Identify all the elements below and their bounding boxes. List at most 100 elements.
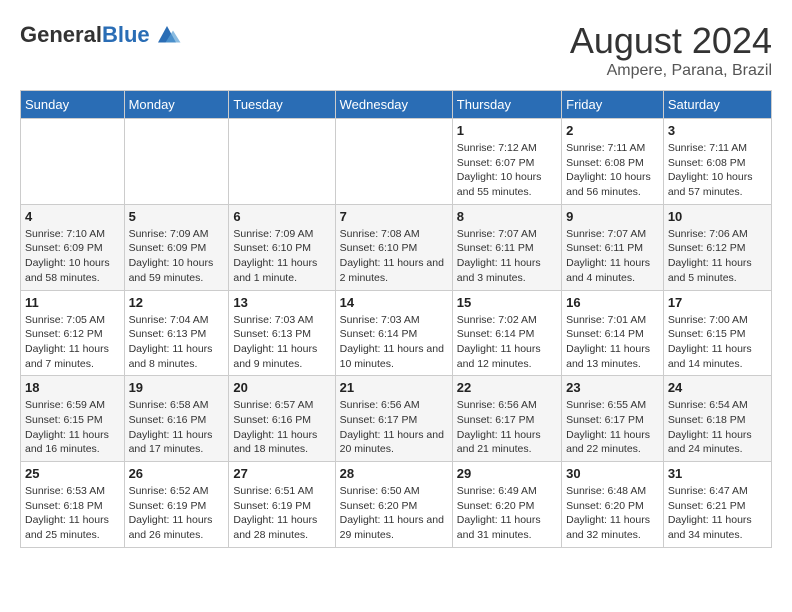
day-number: 27 [233,466,330,481]
day-number: 29 [457,466,557,481]
day-number: 17 [668,295,767,310]
calendar-cell: 6 Sunrise: 7:09 AMSunset: 6:10 PMDaylight… [229,204,335,290]
day-of-week-header: Tuesday [229,91,335,119]
calendar-cell: 19 Sunrise: 6:58 AMSunset: 6:16 PMDayligh… [124,376,229,462]
logo-icon [152,20,182,50]
day-number: 10 [668,209,767,224]
calendar-week-row: 1 Sunrise: 7:12 AMSunset: 6:07 PMDaylight… [21,119,772,205]
day-info: Sunrise: 7:05 AMSunset: 6:12 PMDaylight:… [25,313,120,372]
day-info: Sunrise: 7:01 AMSunset: 6:14 PMDaylight:… [566,313,659,372]
day-info: Sunrise: 6:53 AMSunset: 6:18 PMDaylight:… [25,484,120,543]
day-number: 21 [340,380,448,395]
logo: GeneralBlue [20,20,182,50]
calendar-cell: 11 Sunrise: 7:05 AMSunset: 6:12 PMDayligh… [21,290,125,376]
day-info: Sunrise: 7:00 AMSunset: 6:15 PMDaylight:… [668,313,767,372]
day-info: Sunrise: 7:06 AMSunset: 6:12 PMDaylight:… [668,227,767,286]
day-number: 24 [668,380,767,395]
day-number: 3 [668,123,767,138]
calendar-week-row: 25 Sunrise: 6:53 AMSunset: 6:18 PMDayligh… [21,462,772,548]
calendar-cell: 29Sunrise: 6:49 AMSunset: 6:20 PMDayligh… [452,462,561,548]
calendar-cell: 26 Sunrise: 6:52 AMSunset: 6:19 PMDayligh… [124,462,229,548]
calendar-cell: 7Sunrise: 7:08 AMSunset: 6:10 PMDaylight… [335,204,452,290]
calendar-cell: 2Sunrise: 7:11 AMSunset: 6:08 PMDaylight… [562,119,664,205]
day-info: Sunrise: 7:08 AMSunset: 6:10 PMDaylight:… [340,227,448,286]
calendar-cell: 31 Sunrise: 6:47 AMSunset: 6:21 PMDayligh… [663,462,771,548]
day-number: 15 [457,295,557,310]
calendar-cell: 27 Sunrise: 6:51 AMSunset: 6:19 PMDayligh… [229,462,335,548]
day-info: Sunrise: 6:51 AMSunset: 6:19 PMDaylight:… [233,484,330,543]
title-block: August 2024 Ampere, Parana, Brazil [570,20,772,80]
calendar-cell: 25 Sunrise: 6:53 AMSunset: 6:18 PMDayligh… [21,462,125,548]
calendar-cell: 13Sunrise: 7:03 AMSunset: 6:13 PMDayligh… [229,290,335,376]
day-number: 18 [25,380,120,395]
day-number: 8 [457,209,557,224]
day-info: Sunrise: 7:07 AMSunset: 6:11 PMDaylight:… [566,227,659,286]
day-info: Sunrise: 7:09 AMSunset: 6:09 PMDaylight:… [129,227,225,286]
calendar-cell: 24 Sunrise: 6:54 AMSunset: 6:18 PMDayligh… [663,376,771,462]
day-number: 26 [129,466,225,481]
logo-general-text: GeneralBlue [20,22,150,48]
day-info: Sunrise: 6:54 AMSunset: 6:18 PMDaylight:… [668,398,767,457]
day-info: Sunrise: 7:02 AMSunset: 6:14 PMDaylight:… [457,313,557,372]
page-header: GeneralBlue August 2024 Ampere, Parana, … [20,20,772,80]
day-info: Sunrise: 7:12 AMSunset: 6:07 PMDaylight:… [457,141,557,200]
month-year-title: August 2024 [570,20,772,62]
day-number: 11 [25,295,120,310]
day-info: Sunrise: 7:09 AMSunset: 6:10 PMDaylight:… [233,227,330,286]
day-info: Sunrise: 6:50 AMSunset: 6:20 PMDaylight:… [340,484,448,543]
calendar-cell: 20Sunrise: 6:57 AMSunset: 6:16 PMDayligh… [229,376,335,462]
calendar-cell: 28 Sunrise: 6:50 AMSunset: 6:20 PMDayligh… [335,462,452,548]
day-number: 31 [668,466,767,481]
day-number: 4 [25,209,120,224]
day-info: Sunrise: 6:55 AMSunset: 6:17 PMDaylight:… [566,398,659,457]
day-number: 30 [566,466,659,481]
location-subtitle: Ampere, Parana, Brazil [570,62,772,80]
calendar-cell: 22Sunrise: 6:56 AMSunset: 6:17 PMDayligh… [452,376,561,462]
day-number: 28 [340,466,448,481]
calendar-cell: 30 Sunrise: 6:48 AMSunset: 6:20 PMDayligh… [562,462,664,548]
day-info: Sunrise: 7:04 AMSunset: 6:13 PMDaylight:… [129,313,225,372]
calendar-cell: 4Sunrise: 7:10 AMSunset: 6:09 PMDaylight… [21,204,125,290]
day-of-week-header: Monday [124,91,229,119]
day-of-week-header: Wednesday [335,91,452,119]
day-number: 14 [340,295,448,310]
day-number: 25 [25,466,120,481]
calendar-cell: 23Sunrise: 6:55 AMSunset: 6:17 PMDayligh… [562,376,664,462]
day-number: 20 [233,380,330,395]
day-info: Sunrise: 6:48 AMSunset: 6:20 PMDaylight:… [566,484,659,543]
calendar-cell: 1 Sunrise: 7:12 AMSunset: 6:07 PMDaylight… [452,119,561,205]
day-info: Sunrise: 6:58 AMSunset: 6:16 PMDaylight:… [129,398,225,457]
calendar-cell: 14 Sunrise: 7:03 AMSunset: 6:14 PMDayligh… [335,290,452,376]
day-number: 6 [233,209,330,224]
calendar-cell: 17 Sunrise: 7:00 AMSunset: 6:15 PMDayligh… [663,290,771,376]
calendar-week-row: 4Sunrise: 7:10 AMSunset: 6:09 PMDaylight… [21,204,772,290]
day-number: 1 [457,123,557,138]
day-number: 16 [566,295,659,310]
calendar-cell: 5 Sunrise: 7:09 AMSunset: 6:09 PMDaylight… [124,204,229,290]
calendar-cell: 10 Sunrise: 7:06 AMSunset: 6:12 PMDayligh… [663,204,771,290]
day-number: 5 [129,209,225,224]
day-info: Sunrise: 7:03 AMSunset: 6:14 PMDaylight:… [340,313,448,372]
day-number: 22 [457,380,557,395]
day-info: Sunrise: 6:56 AMSunset: 6:17 PMDaylight:… [340,398,448,457]
calendar-cell: 16 Sunrise: 7:01 AMSunset: 6:14 PMDayligh… [562,290,664,376]
calendar-cell: 12Sunrise: 7:04 AMSunset: 6:13 PMDayligh… [124,290,229,376]
day-of-week-header: Thursday [452,91,561,119]
day-info: Sunrise: 6:47 AMSunset: 6:21 PMDaylight:… [668,484,767,543]
day-info: Sunrise: 6:52 AMSunset: 6:19 PMDaylight:… [129,484,225,543]
day-info: Sunrise: 7:03 AMSunset: 6:13 PMDaylight:… [233,313,330,372]
calendar-cell: 3 Sunrise: 7:11 AMSunset: 6:08 PMDaylight… [663,119,771,205]
day-info: Sunrise: 7:11 AMSunset: 6:08 PMDaylight:… [668,141,767,200]
day-of-week-header: Sunday [21,91,125,119]
day-number: 19 [129,380,225,395]
calendar-week-row: 18 Sunrise: 6:59 AMSunset: 6:15 PMDayligh… [21,376,772,462]
calendar-cell [21,119,125,205]
calendar-cell: 21 Sunrise: 6:56 AMSunset: 6:17 PMDayligh… [335,376,452,462]
day-info: Sunrise: 6:59 AMSunset: 6:15 PMDaylight:… [25,398,120,457]
calendar-cell [229,119,335,205]
calendar-week-row: 11 Sunrise: 7:05 AMSunset: 6:12 PMDayligh… [21,290,772,376]
day-of-week-header: Friday [562,91,664,119]
day-info: Sunrise: 7:07 AMSunset: 6:11 PMDaylight:… [457,227,557,286]
day-info: Sunrise: 7:11 AMSunset: 6:08 PMDaylight:… [566,141,659,200]
calendar-cell [124,119,229,205]
